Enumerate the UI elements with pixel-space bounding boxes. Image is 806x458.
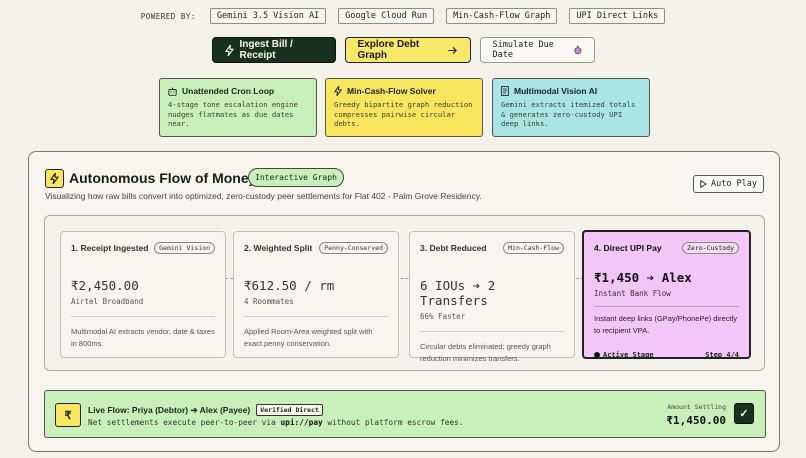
tech-chip: Google Cloud Run <box>338 8 435 24</box>
stage-divider <box>244 316 388 317</box>
auto-play-label: Auto Play <box>710 179 758 189</box>
stage-card-debt-reduced[interactable]: 3. Debt Reduced Min-Cash-Flow 6 IOUs ➔ 2… <box>409 231 575 363</box>
stage-title: 3. Debt Reduced <box>420 243 487 253</box>
receipt-icon <box>501 86 509 96</box>
live-sub-text: without platform escrow fees. <box>322 418 464 427</box>
stage-subtext: Airtel Broadband <box>71 297 144 306</box>
active-stage-label: Active Stage <box>603 351 654 359</box>
stage-title: 2. Weighted Split <box>244 243 313 253</box>
status-dot-icon <box>594 351 600 358</box>
play-icon <box>700 180 707 188</box>
powered-by-label: POWERED BY: <box>140 11 196 21</box>
amount-settling-value: ₹1,450.00 <box>666 414 726 427</box>
active-stage-indicator: Active Stage <box>594 351 654 359</box>
feature-card-cron-loop: Unattended Cron Loop 4-stage tone escala… <box>159 78 317 137</box>
bolt-icon <box>224 44 234 56</box>
auto-play-button[interactable]: Auto Play <box>693 175 764 193</box>
verified-direct-badge: Verified Direct <box>256 404 323 416</box>
check-icon[interactable]: ✓ <box>734 403 754 424</box>
stopwatch-icon <box>574 45 582 55</box>
bolt-icon <box>45 169 64 188</box>
stage-card-receipt[interactable]: 1. Receipt Ingested Gemini Vision ₹2,450… <box>60 231 226 358</box>
stage-value: 6 IOUs ➔ 2 Transfers <box>420 278 496 308</box>
stage-value: ₹2,450.00 <box>71 278 139 293</box>
stage-subtext: Instant Bank Flow <box>594 289 671 298</box>
feature-desc: 4-stage tone escalation engine nudges fl… <box>168 100 298 128</box>
stage-footer: Active Stage Step 4/4 <box>594 351 739 359</box>
live-flow-bar: ₹ Live Flow: Priya (Debtor) ➔ Alex (Paye… <box>44 390 766 438</box>
robot-icon <box>168 87 177 96</box>
stage-divider <box>594 306 739 307</box>
ingest-bill-button[interactable]: Ingest Bill / Receipt <box>211 37 336 63</box>
bolt-icon <box>334 86 342 96</box>
amount-settling-label: Amount Settling <box>667 403 726 411</box>
stage-card-split[interactable]: 2. Weighted Split Penny-Conserved ₹612.5… <box>233 231 399 358</box>
feature-card-solver: Min-Cash-Flow Solver Greedy bipartite gr… <box>325 78 483 137</box>
live-flow-title-row: Live Flow: Priya (Debtor) ➔ Alex (Payee)… <box>88 404 323 416</box>
explore-debt-graph-label: Explore Debt Graph <box>357 39 420 61</box>
tech-chip: Min-Cash-Flow Graph <box>446 8 558 24</box>
arrow-right-icon <box>448 46 458 54</box>
feature-title: Multimodal Vision AI <box>514 86 598 96</box>
ingest-bill-label: Ingest Bill / Receipt <box>239 39 293 61</box>
feature-card-vision: Multimodal Vision AI Gemini extracts ite… <box>492 78 650 137</box>
panel-subtitle: Visualizing how raw bills convert into o… <box>45 191 482 201</box>
simulate-due-date-button[interactable]: Simulate Due Date <box>479 37 595 63</box>
powered-by-row: POWERED BY: Gemini 3.5 Vision AI Google … <box>0 8 806 24</box>
stage-tag: Penny-Conserved <box>319 242 388 254</box>
explore-debt-graph-button[interactable]: Explore Debt Graph <box>344 37 471 63</box>
stage-divider <box>420 331 564 332</box>
tech-chip: Gemini 3.5 Vision AI <box>209 8 327 24</box>
panel-title: Autonomous Flow of Money <box>69 170 257 186</box>
stage-card-upi-pay[interactable]: 4. Direct UPI Pay Zero-Custody ₹1,450 ➔ … <box>582 230 751 359</box>
live-flow-title: Live Flow: Priya (Debtor) ➔ Alex (Payee) <box>88 404 251 415</box>
action-bar: Ingest Bill / Receipt Explore Debt Graph… <box>0 37 806 63</box>
stage-subtext: 66% Faster <box>420 312 466 321</box>
simulate-due-date-label: Simulate Due Date <box>492 40 554 60</box>
feature-desc: Greedy bipartite graph reduction compres… <box>334 100 473 128</box>
feature-desc: Gemini extracts itemized totals & genera… <box>501 100 636 128</box>
stage-desc: Applied Room-Area weighted split with ex… <box>244 327 373 348</box>
upi-scheme-code: upi://pay <box>280 418 323 427</box>
stage-tag: Gemini Vision <box>154 242 215 254</box>
money-flow-panel: Autonomous Flow of Money Interactive Gra… <box>28 151 780 452</box>
stage-tag: Min-Cash-Flow <box>503 242 564 254</box>
rupee-icon: ₹ <box>55 403 81 427</box>
live-flow-subtitle: Net settlements execute peer-to-peer via… <box>88 418 464 427</box>
stage-desc: Instant deep links (GPay/PhonePe) direct… <box>594 314 737 335</box>
interactive-graph-badge: Interactive Graph <box>248 168 344 187</box>
feature-title: Min-Cash-Flow Solver <box>347 86 436 96</box>
feature-title: Unattended Cron Loop <box>182 86 275 96</box>
stage-title: 1. Receipt Ingested <box>71 243 149 253</box>
live-sub-text: Net settlements execute peer-to-peer via <box>88 418 281 427</box>
stage-desc: Multimodal AI extracts vendor, date & ta… <box>71 327 215 348</box>
flow-stages: 1. Receipt Ingested Gemini Vision ₹2,450… <box>44 215 765 371</box>
step-counter: Step 4/4 <box>705 351 739 359</box>
stage-divider <box>71 316 215 317</box>
stage-value: ₹612.50 / rm <box>244 278 335 293</box>
stage-subtext: 4 Roommates <box>244 297 294 306</box>
stage-desc: Circular debts eliminated; greedy graph … <box>420 342 551 363</box>
stage-tag: Zero-Custody <box>682 242 739 254</box>
stage-value: ₹1,450 ➔ Alex <box>594 270 692 285</box>
stage-title: 4. Direct UPI Pay <box>594 243 662 253</box>
tech-chip: UPI Direct Links <box>569 8 666 24</box>
